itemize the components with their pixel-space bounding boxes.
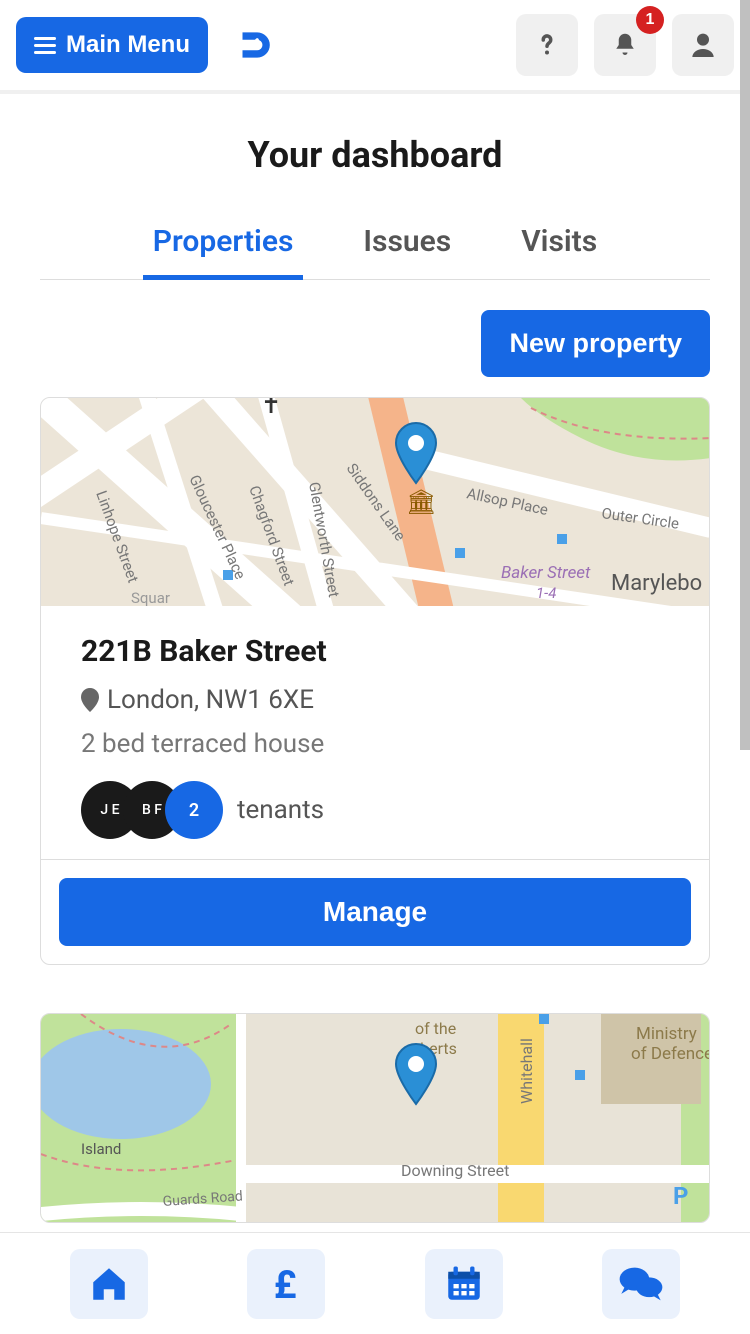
chat-icon bbox=[618, 1263, 664, 1305]
tenants-row: J E B F 2 tenants bbox=[81, 781, 669, 839]
property-address: London, NW1 6XE bbox=[81, 685, 669, 715]
svg-text:Marylebo: Marylebo bbox=[611, 571, 702, 596]
svg-text:of the: of the bbox=[415, 1019, 456, 1038]
bottom-nav: £ bbox=[0, 1232, 750, 1334]
hamburger-icon bbox=[34, 37, 56, 54]
property-location: London, NW1 6XE bbox=[107, 685, 314, 715]
svg-text:Whitehall: Whitehall bbox=[517, 1038, 536, 1104]
notification-badge: 1 bbox=[636, 6, 664, 34]
property-name: 221B Baker Street bbox=[81, 634, 669, 669]
tenants-label: tenants bbox=[237, 795, 324, 825]
nav-chat[interactable] bbox=[602, 1249, 680, 1319]
card-footer: Manage bbox=[41, 859, 709, 964]
nav-money[interactable]: £ bbox=[247, 1249, 325, 1319]
pin-icon bbox=[81, 688, 99, 712]
tenant-avatars: J E B F 2 bbox=[81, 781, 223, 839]
svg-text:Squar: Squar bbox=[131, 589, 170, 606]
action-row: New property bbox=[40, 310, 710, 377]
svg-text:£: £ bbox=[274, 1263, 297, 1305]
svg-text:🏛: 🏛 bbox=[406, 488, 436, 516]
notifications-button[interactable]: 1 bbox=[594, 14, 656, 76]
svg-text:of Defence: of Defence bbox=[631, 1044, 709, 1064]
manage-button[interactable]: Manage bbox=[59, 878, 691, 946]
property-map[interactable]: Linhope Street Gloucester Place Chagford… bbox=[41, 398, 709, 606]
scrollbar[interactable] bbox=[740, 0, 750, 750]
calendar-icon bbox=[443, 1263, 485, 1305]
svg-text:Baker Street: Baker Street bbox=[501, 563, 591, 583]
page-title: Your dashboard bbox=[40, 134, 710, 176]
property-card: Linhope Street Gloucester Place Chagford… bbox=[40, 397, 710, 965]
main-menu-button[interactable]: Main Menu bbox=[16, 17, 208, 73]
card-body: 221B Baker Street London, NW1 6XE 2 bed … bbox=[41, 606, 709, 859]
tab-properties[interactable]: Properties bbox=[143, 216, 304, 279]
property-map[interactable]: Island Guards Road Downing Street Whiteh… bbox=[41, 1014, 709, 1222]
svg-text:P: P bbox=[673, 1182, 688, 1210]
bell-icon bbox=[610, 30, 640, 60]
menu-label: Main Menu bbox=[66, 31, 190, 59]
property-description: 2 bed terraced house bbox=[81, 729, 669, 759]
nav-home[interactable] bbox=[70, 1249, 148, 1319]
tabs: Properties Issues Visits bbox=[40, 216, 710, 280]
content: Your dashboard Properties Issues Visits … bbox=[0, 94, 750, 1223]
home-icon bbox=[88, 1263, 130, 1305]
app-logo-icon bbox=[232, 24, 274, 66]
pound-icon: £ bbox=[265, 1263, 307, 1305]
user-icon bbox=[687, 29, 719, 61]
svg-text:1-4: 1-4 bbox=[536, 584, 556, 602]
tab-visits[interactable]: Visits bbox=[511, 216, 607, 279]
new-property-button[interactable]: New property bbox=[481, 310, 710, 377]
header: Main Menu 1 bbox=[0, 0, 750, 94]
help-button[interactable] bbox=[516, 14, 578, 76]
svg-text:Ministry: Ministry bbox=[636, 1024, 697, 1044]
svg-text:✝: ✝ bbox=[261, 398, 281, 419]
svg-text:Island: Island bbox=[81, 1140, 121, 1158]
profile-button[interactable] bbox=[672, 14, 734, 76]
property-card: Island Guards Road Downing Street Whiteh… bbox=[40, 1013, 710, 1223]
nav-calendar[interactable] bbox=[425, 1249, 503, 1319]
question-icon bbox=[532, 30, 562, 60]
svg-text:Downing Street: Downing Street bbox=[401, 1161, 509, 1180]
tab-issues[interactable]: Issues bbox=[353, 216, 461, 279]
avatar-extra-count[interactable]: 2 bbox=[165, 781, 223, 839]
